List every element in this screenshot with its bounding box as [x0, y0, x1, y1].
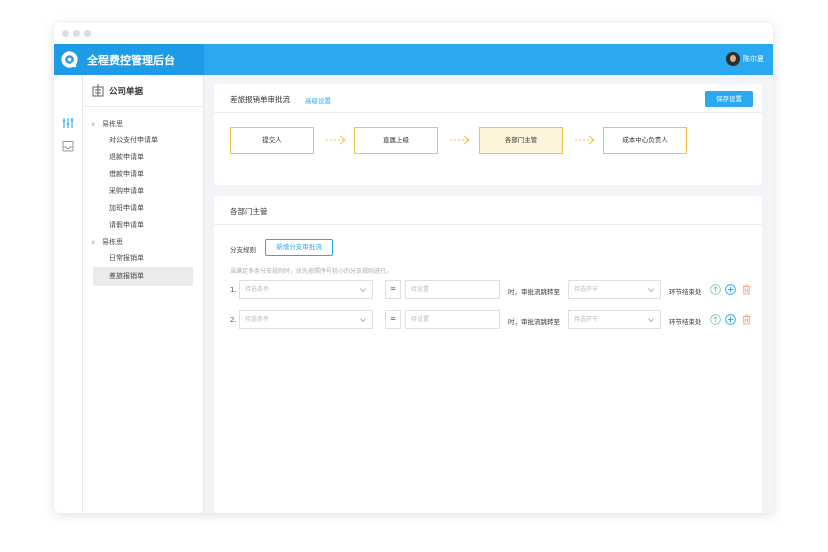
chevron-down-icon: ∨: [91, 239, 96, 246]
step-select[interactable]: 待选环节: [568, 280, 661, 299]
tree-item-active[interactable]: 差旅报销单: [93, 267, 193, 286]
tree-group-1[interactable]: ∨ 易栋思: [91, 119, 123, 129]
approval-flow-card: 差旅报销单审批流 高级设置 保存设置 提交人 直属上级 各部门主管 成本中心负责…: [214, 84, 762, 185]
flow-card-header: 差旅报销单审批流 高级设置 保存设置: [214, 84, 762, 113]
app-title: 全程费控管理后台: [87, 54, 175, 67]
condition-select[interactable]: 待选条件: [239, 310, 373, 329]
arrow-right-icon: [326, 135, 346, 145]
chevron-down-icon: [360, 318, 366, 323]
advanced-settings-link[interactable]: 高级设置: [305, 95, 331, 105]
app-window: 全程费控管理后台 陈尔夏 公司单据 ∨ 易栋思 对公支付申请单 退款申请单 借款…: [54, 23, 773, 513]
add-row-icon[interactable]: [725, 284, 736, 295]
end-text: 环节结束处: [669, 288, 702, 296]
value-input[interactable]: 待设置: [405, 310, 500, 329]
chevron-down-icon: [360, 288, 366, 293]
operator-equals[interactable]: =: [385, 310, 401, 329]
settings-sliders-icon[interactable]: [61, 116, 75, 130]
tree-item[interactable]: 退款申请单: [93, 149, 193, 166]
rule-card-header: 各部门主管: [214, 196, 762, 225]
jump-text: 时，审批流跳转至: [508, 318, 560, 326]
user-name[interactable]: 陈尔夏: [743, 54, 764, 64]
chevron-down-icon: [648, 288, 654, 293]
flow-card-title: 差旅报销单审批流: [230, 95, 290, 104]
icon-rail: [54, 75, 83, 513]
tree-group-2[interactable]: ∨ 易栋思: [91, 237, 123, 247]
value-input[interactable]: 待设置: [405, 280, 500, 299]
window-chrome: [54, 23, 773, 44]
delete-icon[interactable]: [742, 284, 751, 295]
flow-node[interactable]: 直属上级: [354, 127, 438, 154]
tree-item[interactable]: 日常报销单: [93, 250, 193, 267]
flow-node[interactable]: 成本中心负责人: [603, 127, 687, 154]
window-dot-minimize[interactable]: [73, 30, 80, 37]
tree-item[interactable]: 对公支付申请单: [93, 132, 193, 149]
arrow-right-icon: [575, 135, 595, 145]
rule-row-number: 1.: [230, 286, 237, 294]
rule-hint: 当满足多条分支规则时，优先按照序号较小的分支规则进行。: [230, 268, 393, 275]
jump-text: 时，审批流跳转至: [508, 288, 560, 296]
tree-item[interactable]: 请假申请单: [93, 217, 193, 234]
save-settings-button[interactable]: 保存设置: [705, 91, 753, 107]
end-text: 环节结束处: [669, 318, 702, 326]
move-up-icon[interactable]: [710, 314, 721, 325]
user-avatar[interactable]: [726, 52, 740, 66]
inbox-icon[interactable]: [61, 139, 75, 153]
app-logo-icon[interactable]: [60, 50, 79, 69]
arrow-right-icon: [450, 135, 470, 145]
branch-rule-card: 各部门主管 分支规则 新增分支审批流 当满足多条分支规则时，优先按照序号较小的分…: [214, 196, 762, 513]
chevron-down-icon: ∨: [91, 121, 96, 128]
rule-row-number: 2.: [230, 316, 237, 324]
tree-item[interactable]: 借款申请单: [93, 166, 193, 183]
window-dot-maximize[interactable]: [84, 30, 91, 37]
company-docs-icon: [92, 84, 104, 97]
rule-card-title: 各部门主管: [230, 207, 268, 216]
tree-item[interactable]: 采购申请单: [93, 183, 193, 200]
brand-area: 全程费控管理后台: [54, 44, 204, 75]
chevron-down-icon: [648, 318, 654, 323]
flow-node[interactable]: 提交人: [230, 127, 314, 154]
condition-select[interactable]: 待选条件: [239, 280, 373, 299]
top-bar: 全程费控管理后台 陈尔夏: [54, 44, 773, 75]
document-tree: 公司单据 ∨ 易栋思 对公支付申请单 退款申请单 借款申请单 采购申请单 加班申请…: [83, 75, 204, 513]
tree-header-label: 公司单据: [109, 87, 144, 97]
step-select[interactable]: 待选环节: [568, 310, 661, 329]
tree-item[interactable]: 加班申请单: [93, 200, 193, 217]
add-row-icon[interactable]: [725, 314, 736, 325]
delete-icon[interactable]: [742, 314, 751, 325]
move-up-icon[interactable]: [710, 284, 721, 295]
operator-equals[interactable]: =: [385, 280, 401, 299]
add-branch-button[interactable]: 新增分支审批流: [265, 239, 333, 256]
tree-header: 公司单据: [83, 75, 204, 107]
main-content: 差旅报销单审批流 高级设置 保存设置 提交人 直属上级 各部门主管 成本中心负责…: [204, 75, 773, 513]
window-dot-close[interactable]: [62, 30, 69, 37]
branch-rule-label: 分支规则: [230, 246, 256, 254]
flow-node-active[interactable]: 各部门主管: [479, 127, 563, 154]
